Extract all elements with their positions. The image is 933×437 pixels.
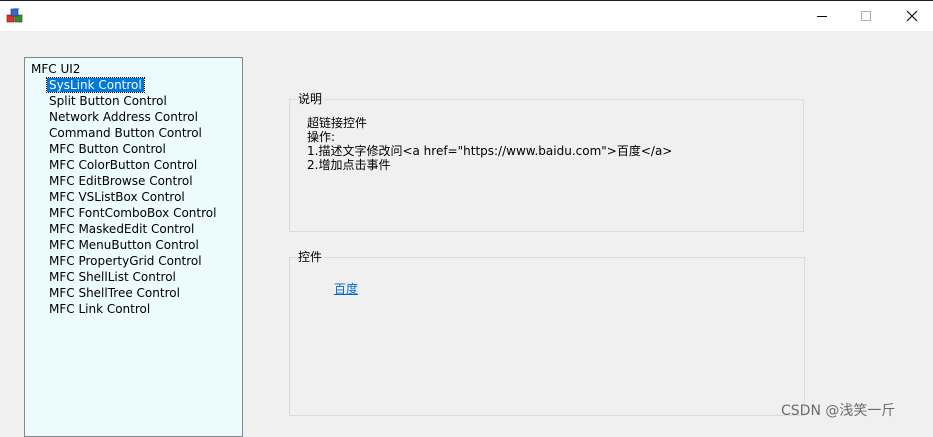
tree-item-label: MFC MenuButton Control [49,238,199,252]
tree-item-label: MFC MaskedEdit Control [49,222,195,236]
description-group-label: 说明 [296,91,325,107]
control-group-label: 控件 [296,249,325,265]
tree-item[interactable]: MFC ShellTree Control [47,285,218,301]
close-button[interactable] [889,1,933,31]
maximize-button[interactable] [843,1,889,31]
tree-control[interactable]: MFC UI2 SysLink Control Split Button Cont… [24,57,243,437]
tree-item[interactable]: Network Address Control [47,109,218,125]
tree-item-label: Network Address Control [49,110,198,124]
tree-item[interactable]: MFC VSListBox Control [47,189,218,205]
tree-item-label: Split Button Control [49,94,167,108]
tree-item-label: MFC ShellList Control [49,270,176,284]
tree-item-label: MFC ColorButton Control [49,158,198,172]
tree-item[interactable]: MFC PropertyGrid Control [47,253,218,269]
control-groupbox: 控件 百度 [289,249,805,416]
tree-item-label: MFC ShellTree Control [49,286,180,300]
title-bar [0,0,933,31]
tree-item-label: Command Button Control [49,126,202,140]
tree-item[interactable]: Split Button Control [47,93,218,109]
tree-item[interactable]: MFC MaskedEdit Control [47,221,218,237]
tree-item[interactable]: MFC MenuButton Control [47,237,218,253]
tree-children: SysLink Control Split Button Control Netwo… [46,77,218,317]
tree-item[interactable]: MFC EditBrowse Control [47,173,218,189]
maximize-icon [861,11,871,21]
description-line: 操作: [307,130,336,144]
syslink-baidu[interactable]: 百度 [334,280,358,297]
description-line: 超链接控件 [307,116,368,130]
description-text: 超链接控件 操作: 1.描述文字修改问<a href="https://www.… [307,116,672,172]
minimize-button[interactable] [799,1,845,31]
tree-item[interactable]: MFC ShellList Control [47,269,218,285]
tree-item[interactable]: MFC Button Control [47,141,218,157]
tree-root-item[interactable]: MFC UI2 [31,61,80,77]
description-groupbox: 说明 超链接控件 操作: 1.描述文字修改问<a href="https://w… [289,91,804,232]
tree-item[interactable]: MFC Link Control [47,301,218,317]
tree-item-label: MFC VSListBox Control [49,190,185,204]
tree-item-label: MFC FontComboBox Control [49,206,217,220]
tree-item[interactable]: SysLink Control [46,77,218,93]
watermark: CSDN @浅笑一斤 [781,403,896,419]
tree-item-label: MFC EditBrowse Control [49,174,193,188]
tree-item[interactable]: Command Button Control [47,125,218,141]
tree-item-label: SysLink Control [46,77,145,93]
description-line: 1.描述文字修改问<a href="https://www.baidu.com"… [307,144,673,158]
app-icon [6,8,23,23]
minimize-icon [817,16,827,17]
description-line: 2.增加点击事件 [307,158,391,172]
tree-item[interactable]: MFC ColorButton Control [47,157,218,173]
tree-item[interactable]: MFC FontComboBox Control [47,205,218,221]
tree-item-label: MFC Button Control [49,142,166,156]
tree-item-label: MFC PropertyGrid Control [49,254,202,268]
tree-item-label: MFC Link Control [49,302,151,316]
close-icon [906,10,918,22]
